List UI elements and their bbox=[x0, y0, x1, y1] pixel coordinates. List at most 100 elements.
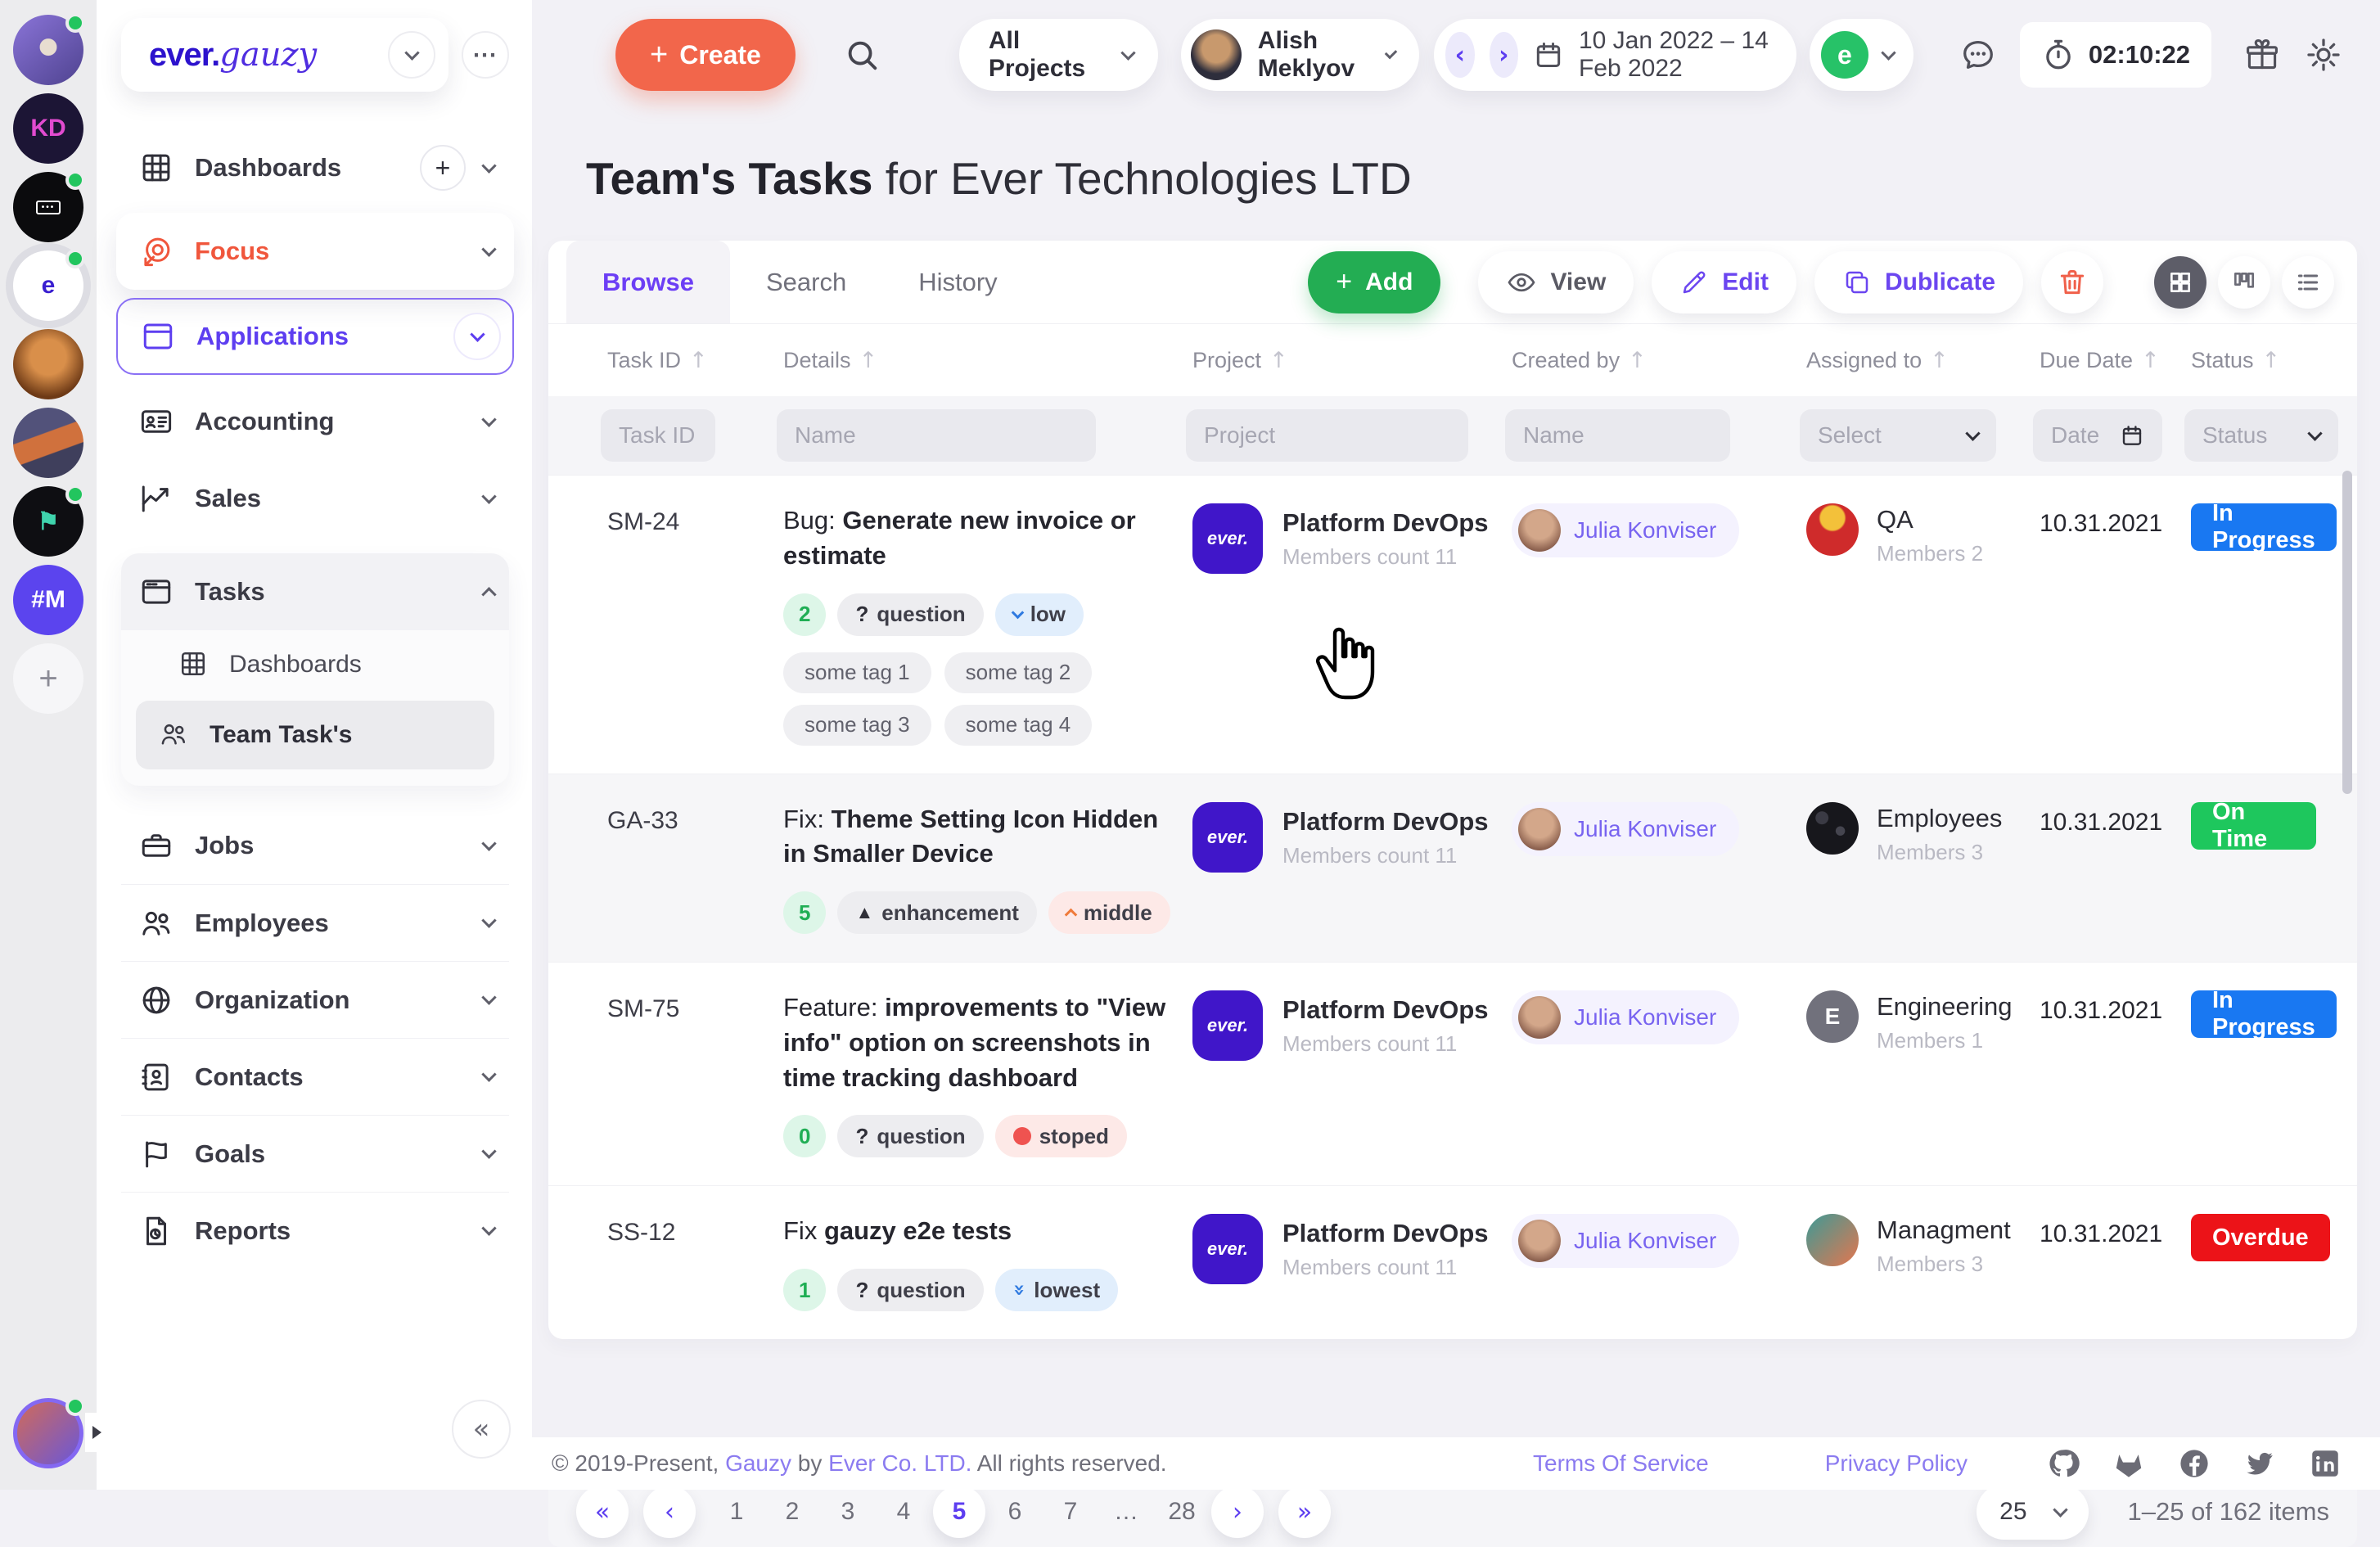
workspace-select[interactable]: e bbox=[1810, 19, 1913, 91]
column-header-status[interactable]: Status↑ bbox=[2191, 348, 2316, 373]
sidebar-collapse-button[interactable]: « bbox=[452, 1400, 511, 1459]
dublicate-button[interactable]: Dublicate bbox=[1814, 251, 2023, 313]
task-row-ga-33[interactable]: GA-33Fix: Theme Setting Icon Hidden in S… bbox=[548, 774, 2357, 963]
edit-button[interactable]: Edit bbox=[1652, 251, 1796, 313]
add-dashboard-button[interactable]: + bbox=[420, 145, 466, 191]
page-number-28[interactable]: 28 bbox=[1156, 1486, 1208, 1538]
page-first-button[interactable]: « bbox=[576, 1486, 629, 1538]
sidebar-item-focus[interactable]: Focus bbox=[116, 213, 514, 290]
page-size-select[interactable]: 25 bbox=[1977, 1484, 2088, 1540]
user-select[interactable]: Alish Meklyov bbox=[1181, 19, 1419, 91]
filter-project[interactable] bbox=[1186, 409, 1468, 462]
github-icon[interactable] bbox=[2046, 1446, 2080, 1481]
assigned-team[interactable]: EEngineeringMembers 1 bbox=[1806, 990, 2040, 1157]
task-project[interactable]: ever.Platform DevOpsMembers count 11 bbox=[1192, 1214, 1512, 1311]
projects-select[interactable]: All Projects bbox=[959, 19, 1158, 91]
tab-history[interactable]: History bbox=[882, 241, 1033, 323]
table-scrollbar[interactable] bbox=[2342, 471, 2352, 794]
sidebar-item-employees[interactable]: Employees bbox=[121, 884, 509, 961]
linkedin-icon[interactable] bbox=[2308, 1446, 2342, 1481]
sidebar-item-jobs[interactable]: Jobs bbox=[121, 807, 509, 884]
column-header-details[interactable]: Details↑ bbox=[783, 348, 1192, 373]
footer-link-terms-of-service[interactable]: Terms Of Service bbox=[1533, 1450, 1709, 1477]
creator-chip[interactable]: Julia Konviser bbox=[1512, 503, 1739, 557]
sidebar-item-applications[interactable]: Applications bbox=[116, 298, 514, 375]
page-number-3[interactable]: 3 bbox=[822, 1486, 874, 1538]
task-row-sm-24[interactable]: SM-24Bug: Generate new invoice or estima… bbox=[548, 475, 2357, 774]
filter-status[interactable]: Status bbox=[2184, 409, 2338, 462]
sidebar-subitem-team-task-s[interactable]: Team Task's bbox=[136, 701, 494, 769]
add-button[interactable]: +Add bbox=[1308, 251, 1440, 313]
workspace-avatar-portrait[interactable] bbox=[13, 329, 83, 399]
page-number-1[interactable]: 1 bbox=[710, 1486, 763, 1538]
twitter-icon[interactable] bbox=[2243, 1446, 2277, 1481]
date-next-button[interactable]: › bbox=[1490, 32, 1518, 78]
view-button[interactable]: View bbox=[1478, 251, 1634, 313]
column-header-project[interactable]: Project↑ bbox=[1192, 348, 1512, 373]
facebook-icon[interactable] bbox=[2177, 1446, 2211, 1481]
sidebar-item-organization[interactable]: Organization bbox=[121, 961, 509, 1038]
task-row-sm-75[interactable]: SM-75Feature: improvements to "View info… bbox=[548, 962, 2357, 1185]
workspace-avatar-kd[interactable]: KD bbox=[13, 93, 83, 164]
page-number-7[interactable]: 7 bbox=[1044, 1486, 1097, 1538]
sidebar-item-reports[interactable]: Reports bbox=[121, 1192, 509, 1269]
ever-co-link[interactable]: Ever Co. LTD. bbox=[828, 1450, 971, 1476]
page-number-4[interactable]: 4 bbox=[877, 1486, 930, 1538]
filter-name[interactable] bbox=[1505, 409, 1730, 462]
page-next-button[interactable]: › bbox=[1211, 1486, 1264, 1538]
page-number-2[interactable]: 2 bbox=[766, 1486, 818, 1538]
chevron-button[interactable] bbox=[453, 313, 501, 360]
search-icon[interactable] bbox=[843, 36, 881, 74]
task-row-ss-12[interactable]: SS-12Fix gauzy e2e tests1?question»lowes… bbox=[548, 1185, 2357, 1339]
filter-input[interactable] bbox=[1523, 422, 1712, 449]
filter-input[interactable] bbox=[1204, 422, 1450, 449]
gift-icon[interactable] bbox=[2244, 37, 2280, 73]
page-number-…[interactable]: … bbox=[1100, 1486, 1152, 1538]
timer-widget[interactable]: 02:10:22 bbox=[2020, 22, 2211, 88]
workspace-avatar-black-logo[interactable]: ••• bbox=[13, 172, 83, 242]
page-prev-button[interactable]: ‹ bbox=[643, 1486, 696, 1538]
footer-link-privacy-policy[interactable]: Privacy Policy bbox=[1825, 1450, 1968, 1477]
sidebar-item-tasks[interactable]: Tasks bbox=[121, 553, 509, 630]
sidebar-item-sales[interactable]: Sales bbox=[121, 460, 509, 537]
filter-date[interactable]: Date bbox=[2033, 409, 2162, 462]
delete-button[interactable] bbox=[2041, 251, 2103, 313]
rail-expand-button[interactable] bbox=[85, 1413, 108, 1452]
date-prev-button[interactable]: ‹ bbox=[1445, 32, 1474, 78]
creator-chip[interactable]: Julia Konviser bbox=[1512, 802, 1739, 856]
chat-icon[interactable] bbox=[1959, 36, 1997, 74]
cards-view-toggle[interactable] bbox=[2218, 256, 2270, 309]
sidebar-item-contacts[interactable]: Contacts bbox=[121, 1038, 509, 1115]
page-number-5[interactable]: 5 bbox=[933, 1486, 985, 1538]
column-header-task-id[interactable]: Task ID↑ bbox=[607, 348, 783, 373]
sidebar-item-accounting[interactable]: Accounting bbox=[121, 383, 509, 460]
assigned-team[interactable]: EmployeesMembers 3 bbox=[1806, 802, 2040, 935]
task-project[interactable]: ever.Platform DevOpsMembers count 11 bbox=[1192, 802, 1512, 935]
gauzy-link[interactable]: Gauzy bbox=[725, 1450, 791, 1476]
assigned-team[interactable]: ManagmentMembers 3 bbox=[1806, 1214, 2040, 1311]
column-header-assigned-to[interactable]: Assigned to↑ bbox=[1806, 348, 2040, 373]
sidebar-item-dashboards[interactable]: Dashboards+ bbox=[121, 129, 509, 206]
workspace-avatar-flag[interactable]: ⚑ bbox=[13, 486, 83, 557]
tab-search[interactable]: Search bbox=[730, 241, 882, 323]
tab-browse[interactable]: Browse bbox=[566, 241, 730, 323]
filter-task-id[interactable] bbox=[601, 409, 715, 462]
gitlab-icon[interactable] bbox=[2112, 1446, 2146, 1481]
filter-name[interactable] bbox=[777, 409, 1096, 462]
date-range-label[interactable]: 10 Jan 2022 – 14 Feb 2022 bbox=[1579, 27, 1769, 83]
filter-select[interactable]: Select bbox=[1800, 409, 1996, 462]
filter-input[interactable] bbox=[795, 422, 1078, 449]
column-header-due-date[interactable]: Due Date↑ bbox=[2040, 348, 2191, 373]
workspace-avatar-ever[interactable]: e bbox=[13, 250, 83, 321]
workspace-avatar-hm[interactable]: #M bbox=[13, 565, 83, 635]
task-project[interactable]: ever.Platform DevOpsMembers count 11 bbox=[1192, 503, 1512, 746]
create-button[interactable]: +Create bbox=[615, 19, 796, 91]
assigned-team[interactable]: QAMembers 2 bbox=[1806, 503, 2040, 746]
page-number-6[interactable]: 6 bbox=[989, 1486, 1041, 1538]
filter-input[interactable] bbox=[619, 422, 697, 449]
creator-chip[interactable]: Julia Konviser bbox=[1512, 990, 1739, 1044]
workspace-avatar-teletubby[interactable] bbox=[13, 15, 83, 85]
settings-gear-icon[interactable] bbox=[2305, 36, 2342, 74]
grid-view-toggle[interactable] bbox=[2154, 256, 2206, 309]
task-project[interactable]: ever.Platform DevOpsMembers count 11 bbox=[1192, 990, 1512, 1157]
